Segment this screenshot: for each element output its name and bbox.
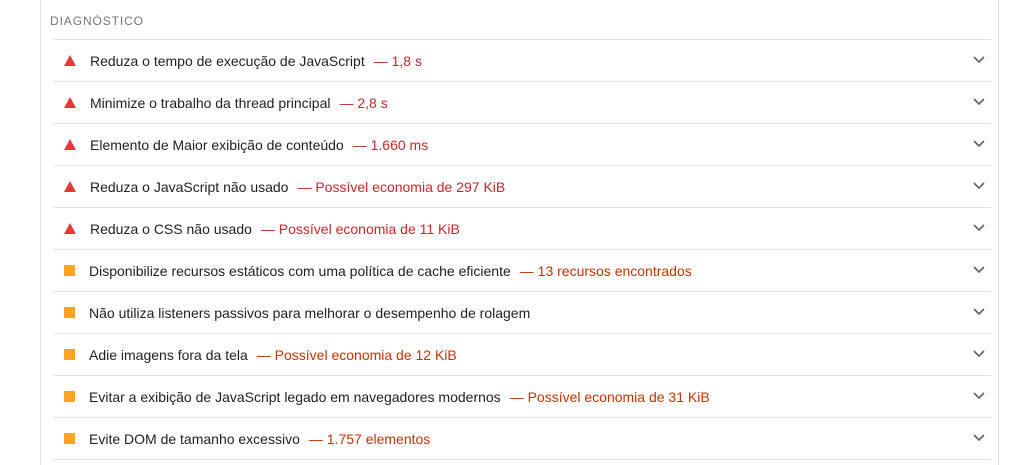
chevron-down-icon[interactable] bbox=[973, 392, 985, 400]
audit-row-7[interactable]: Adie imagens fora da tela — Possível eco… bbox=[54, 334, 991, 376]
audit-row-4[interactable]: Reduza o CSS não usado — Possível econom… bbox=[54, 208, 991, 250]
audit-row-9[interactable]: Evite DOM de tamanho excessivo — 1.757 e… bbox=[54, 418, 991, 460]
audit-list: Reduza o tempo de execução de JavaScript… bbox=[54, 39, 991, 460]
audit-detail: — 13 recursos encontrados bbox=[519, 262, 692, 279]
chevron-down-icon[interactable] bbox=[973, 350, 985, 358]
chevron-down-icon[interactable] bbox=[973, 434, 985, 442]
red-triangle-icon bbox=[64, 222, 76, 234]
orange-square-icon bbox=[64, 391, 75, 402]
audit-detail: — Possível economia de 12 KiB bbox=[256, 346, 457, 363]
audit-title: Reduza o JavaScript não usado bbox=[90, 178, 289, 195]
orange-square-icon bbox=[64, 265, 75, 276]
audit-detail: — Possível economia de 31 KiB bbox=[509, 388, 710, 405]
audit-row-3[interactable]: Reduza o JavaScript não usado — Possível… bbox=[54, 166, 991, 208]
audit-title: Reduza o tempo de execução de JavaScript bbox=[90, 52, 365, 69]
audit-title: Evite DOM de tamanho excessivo bbox=[89, 430, 300, 447]
red-triangle-icon bbox=[64, 180, 76, 192]
section-title: DIAGNÓSTICO bbox=[50, 14, 144, 28]
chevron-down-icon[interactable] bbox=[973, 308, 985, 316]
orange-square-icon bbox=[64, 433, 75, 444]
audit-title: Reduza o CSS não usado bbox=[90, 220, 252, 237]
red-triangle-icon bbox=[64, 96, 76, 108]
orange-square-icon bbox=[64, 307, 75, 318]
chevron-down-icon[interactable] bbox=[973, 182, 985, 190]
chevron-down-icon[interactable] bbox=[973, 56, 985, 64]
chevron-down-icon[interactable] bbox=[973, 224, 985, 232]
chevron-down-icon[interactable] bbox=[973, 98, 985, 106]
audit-title: Adie imagens fora da tela bbox=[89, 346, 248, 363]
audit-row-1[interactable]: Minimize o trabalho da thread principal … bbox=[54, 82, 991, 124]
audit-row-2[interactable]: Elemento de Maior exibição de conteúdo —… bbox=[54, 124, 991, 166]
audit-detail: — 1.757 elementos bbox=[308, 430, 431, 447]
audit-title: Minimize o trabalho da thread principal bbox=[90, 94, 331, 111]
red-triangle-icon bbox=[64, 138, 76, 150]
diagnostics-panel: DIAGNÓSTICO Reduza o tempo de execução d… bbox=[40, 0, 999, 465]
orange-square-icon bbox=[64, 349, 75, 360]
audit-detail: — 1.660 ms bbox=[352, 136, 429, 153]
audit-row-8[interactable]: Evitar a exibição de JavaScript legado e… bbox=[54, 376, 991, 418]
audit-detail: — Possível economia de 11 KiB bbox=[260, 220, 460, 237]
audit-row-5[interactable]: Disponibilize recursos estáticos com uma… bbox=[54, 250, 991, 292]
red-triangle-icon bbox=[64, 54, 76, 66]
audit-row-6[interactable]: Não utiliza listeners passivos para melh… bbox=[54, 292, 991, 334]
chevron-down-icon[interactable] bbox=[973, 140, 985, 148]
audit-detail: — 1,8 s bbox=[373, 52, 422, 69]
audit-detail: — Possível economia de 297 KiB bbox=[297, 178, 506, 195]
audit-row-0[interactable]: Reduza o tempo de execução de JavaScript… bbox=[54, 40, 991, 82]
chevron-down-icon[interactable] bbox=[973, 266, 985, 274]
audit-title: Evitar a exibição de JavaScript legado e… bbox=[89, 388, 501, 405]
audit-detail: — 2,8 s bbox=[339, 94, 388, 111]
audit-title: Elemento de Maior exibição de conteúdo bbox=[90, 136, 344, 153]
audit-title: Disponibilize recursos estáticos com uma… bbox=[89, 262, 511, 279]
audit-title: Não utiliza listeners passivos para melh… bbox=[89, 304, 531, 321]
